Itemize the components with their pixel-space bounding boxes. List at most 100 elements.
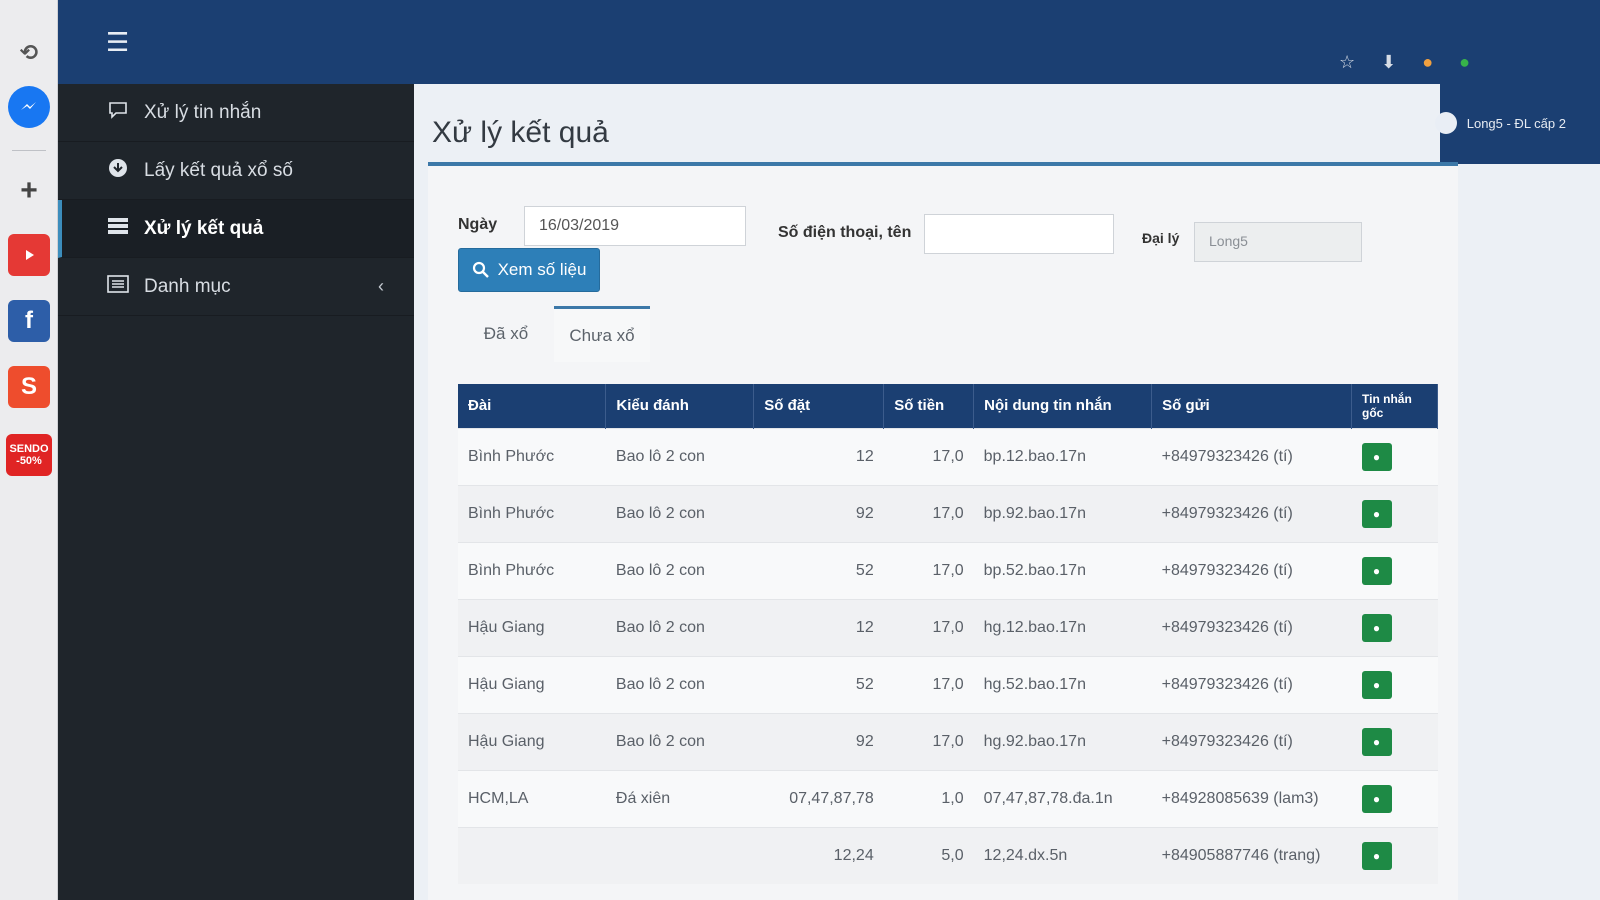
cell-kieu-danh: Bao lô 2 con bbox=[605, 655, 754, 713]
cell-dai: Hậu Giang bbox=[458, 712, 606, 770]
cell-noi-dung: hg.12.bao.17n bbox=[973, 598, 1152, 656]
extension-icon[interactable]: ● bbox=[1422, 52, 1433, 73]
youtube-icon[interactable] bbox=[8, 234, 50, 276]
table-row: Hậu Giang Bao lô 2 con 52 17,0 hg.52.bao… bbox=[458, 655, 1438, 713]
messenger-icon[interactable] bbox=[8, 86, 50, 128]
sidebar-item-label: Xử lý kết quả bbox=[144, 217, 264, 239]
column-header[interactable]: Đài bbox=[458, 384, 607, 428]
cell-tin-nhan-goc: ● bbox=[1351, 826, 1438, 884]
cell-dai: HCM,LA bbox=[458, 769, 606, 827]
cell-tin-nhan-goc: ● bbox=[1351, 541, 1438, 599]
message-bubble-icon[interactable]: ● bbox=[1361, 556, 1392, 585]
hamburger-icon[interactable]: ☰ bbox=[106, 29, 129, 55]
message-bubble-icon[interactable]: ● bbox=[1361, 499, 1392, 528]
message-bubble-icon[interactable]: ● bbox=[1361, 784, 1392, 813]
column-header[interactable]: Nội dung tin nhắn bbox=[973, 384, 1153, 428]
profile-icon[interactable]: ● bbox=[1459, 52, 1470, 73]
message-bubble-icon[interactable]: ● bbox=[1361, 841, 1392, 870]
cell-tin-nhan-goc: ● bbox=[1351, 712, 1438, 770]
cell-so-tien: 17,0 bbox=[883, 598, 974, 656]
cell-kieu-danh: Bao lô 2 con bbox=[605, 484, 754, 542]
cell-noi-dung: hg.92.bao.17n bbox=[973, 712, 1152, 770]
cell-so-dat: 07,47,87,78 bbox=[753, 769, 884, 827]
shopee-icon[interactable]: S bbox=[8, 366, 50, 408]
message-bubble-icon[interactable]: ● bbox=[1361, 670, 1392, 699]
cell-so-gui: +84979323426 (tí) bbox=[1151, 655, 1352, 713]
cell-tin-nhan-goc: ● bbox=[1351, 427, 1438, 485]
cell-noi-dung: 12,24.dx.5n bbox=[973, 826, 1152, 884]
phone-field[interactable] bbox=[924, 214, 1114, 254]
cell-noi-dung: 07,47,87,78.đa.1n bbox=[973, 769, 1152, 827]
cell-so-dat: 12 bbox=[753, 427, 884, 485]
cell-so-tien: 17,0 bbox=[883, 484, 974, 542]
results-panel: Ngày 16/03/2019 Xem số liệu Số điện thoạ… bbox=[428, 162, 1458, 900]
user-label: Long5 - ĐL cấp 2 bbox=[1466, 115, 1566, 131]
message-bubble-icon[interactable]: ● bbox=[1361, 727, 1392, 756]
chat-bubble-icon bbox=[106, 101, 130, 124]
cell-so-tien: 5,0 bbox=[883, 826, 974, 884]
cell-noi-dung: hg.52.bao.17n bbox=[973, 655, 1152, 713]
column-header[interactable]: Kiểu đánh bbox=[605, 384, 755, 428]
download-icon[interactable]: ⬇ bbox=[1381, 52, 1396, 73]
star-icon[interactable]: ☆ bbox=[1339, 52, 1355, 73]
cell-noi-dung: bp.92.bao.17n bbox=[973, 484, 1152, 542]
column-header[interactable]: Tin nhắn gốc bbox=[1351, 384, 1438, 428]
chevron-left-icon[interactable]: ‹ bbox=[378, 276, 384, 297]
cell-noi-dung: bp.52.bao.17n bbox=[973, 541, 1152, 599]
cell-so-tien: 17,0 bbox=[883, 541, 974, 599]
sidebar-item-lay-ket-qua-xo-so[interactable]: Lấy kết quả xổ số bbox=[58, 142, 414, 200]
cell-so-dat: 12,24 bbox=[753, 826, 884, 884]
cell-kieu-danh: Bao lô 2 con bbox=[605, 598, 754, 656]
cell-dai bbox=[458, 826, 606, 884]
history-icon[interactable]: ⟲ bbox=[8, 32, 50, 74]
sidebar-item-danh-muc[interactable]: Danh mục ‹ bbox=[58, 258, 414, 316]
cell-so-dat: 52 bbox=[753, 655, 884, 713]
cell-kieu-danh: Bao lô 2 con bbox=[605, 541, 754, 599]
cell-so-tien: 17,0 bbox=[883, 655, 974, 713]
cell-so-tien: 17,0 bbox=[883, 427, 974, 485]
table-header-row: Đài Kiểu đánh Số đặt Số tiền Nội dung ti… bbox=[458, 384, 1438, 428]
cell-so-gui: +84979323426 (tí) bbox=[1151, 427, 1352, 485]
table-row: Bình Phước Bao lô 2 con 52 17,0 bp.52.ba… bbox=[458, 541, 1438, 599]
avatar bbox=[1434, 112, 1457, 134]
cell-tin-nhan-goc: ● bbox=[1351, 484, 1438, 542]
view-data-button[interactable]: Xem số liệu bbox=[458, 248, 600, 292]
facebook-icon[interactable]: f bbox=[8, 300, 50, 342]
message-bubble-icon[interactable]: ● bbox=[1361, 613, 1392, 642]
tab-chua-xo[interactable]: Chưa xổ bbox=[554, 306, 650, 362]
tab-da-xo[interactable]: Đã xổ bbox=[458, 306, 554, 362]
cell-so-gui: +84979323426 (tí) bbox=[1151, 598, 1352, 656]
user-menu[interactable]: Long5 - ĐL cấp 2 bbox=[1434, 112, 1566, 134]
sendo-icon[interactable]: SENDO -50% bbox=[6, 434, 52, 476]
sidebar-item-xu-ly-ket-qua[interactable]: Xử lý kết quả bbox=[58, 200, 414, 258]
table-row: 12,24 5,0 12,24.dx.5n +84905887746 (tran… bbox=[458, 826, 1438, 884]
cell-so-gui: +84979323426 (tí) bbox=[1151, 484, 1352, 542]
sidebar: ☰ Xử lý tin nhắn Lấy kết quả xổ số Xử lý… bbox=[58, 0, 414, 900]
message-bubble-icon[interactable]: ● bbox=[1361, 442, 1392, 471]
search-icon bbox=[472, 261, 489, 278]
sendo-badge-label: SENDO -50% bbox=[9, 443, 49, 467]
server-list-icon bbox=[106, 217, 130, 240]
agent-field: Long5 bbox=[1194, 222, 1362, 262]
results-table: Đài Kiểu đánh Số đặt Số tiền Nội dung ti… bbox=[458, 384, 1438, 884]
page-title: Xử lý kết quả bbox=[432, 116, 609, 149]
cell-kieu-danh: Bao lô 2 con bbox=[605, 712, 754, 770]
view-data-label: Xem số liệu bbox=[497, 260, 587, 279]
date-field[interactable]: 16/03/2019 bbox=[524, 206, 746, 246]
column-header[interactable]: Số gửi bbox=[1151, 384, 1352, 428]
sidebar-item-label: Danh mục bbox=[144, 275, 231, 297]
phone-label: Số điện thoại, tên bbox=[778, 224, 912, 241]
agent-label: Đại lý bbox=[1142, 230, 1180, 246]
sidebar-item-xu-ly-tin-nhan[interactable]: Xử lý tin nhắn bbox=[58, 84, 414, 142]
table-row: Hậu Giang Bao lô 2 con 92 17,0 hg.92.bao… bbox=[458, 712, 1438, 770]
cell-so-gui: +84979323426 (tí) bbox=[1151, 712, 1352, 770]
cell-so-dat: 12 bbox=[753, 598, 884, 656]
column-header[interactable]: Số tiền bbox=[883, 384, 975, 428]
table-row: Bình Phước Bao lô 2 con 92 17,0 bp.92.ba… bbox=[458, 484, 1438, 542]
table-row: Hậu Giang Bao lô 2 con 12 17,0 hg.12.bao… bbox=[458, 598, 1438, 656]
add-icon[interactable]: + bbox=[8, 170, 50, 212]
cell-tin-nhan-goc: ● bbox=[1351, 655, 1438, 713]
column-header[interactable]: Số đặt bbox=[753, 384, 885, 428]
cell-so-tien: 1,0 bbox=[883, 769, 974, 827]
download-circle-icon bbox=[106, 158, 130, 183]
